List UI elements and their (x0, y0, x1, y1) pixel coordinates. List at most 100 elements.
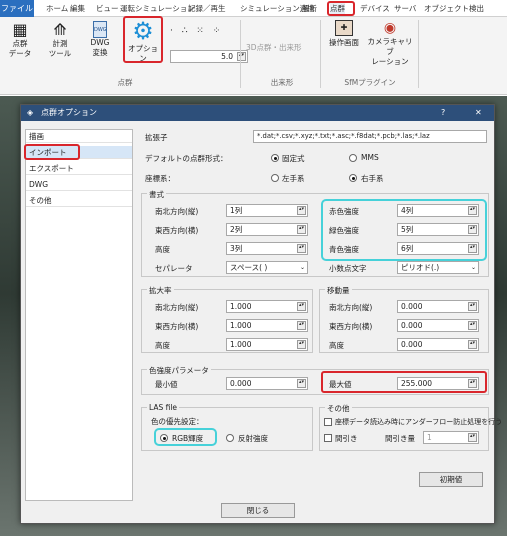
format-title: 書式 (147, 189, 166, 200)
group-label-pointcloud: 点群 (117, 78, 133, 87)
spinner[interactable]: ▴▾ (297, 225, 306, 234)
extension-label: 拡張子 (145, 133, 168, 142)
camera-calibration-button[interactable]: ◉ カメラキャリブ レーション (366, 20, 414, 67)
tab-analysis[interactable]: 解析 (302, 2, 317, 15)
dwg-convert-label: DWG 変換 (90, 38, 110, 57)
measure-tool-button[interactable]: ⟰ 計測 ツール (46, 21, 74, 59)
tab-device[interactable]: デバイス (360, 2, 390, 15)
help-button[interactable]: ? (441, 105, 445, 121)
min-label: 最小値 (155, 380, 178, 389)
las-title: LAS file (147, 403, 180, 412)
right-hand-radio[interactable] (349, 174, 357, 182)
chevron-down-icon: ⌄ (299, 264, 305, 271)
thin-amount-label: 間引き量 (385, 434, 415, 443)
camera-calibration-label: カメラキャリブ レーション (367, 37, 413, 66)
scale-east-input[interactable]: 1.000 ▴▾ (226, 319, 308, 332)
spinner[interactable]: ▴▾ (468, 302, 477, 311)
scale-title: 拡大率 (147, 285, 174, 296)
scale-north-label: 南北方向(縦) (155, 303, 199, 312)
divider (320, 20, 321, 88)
east-column-input[interactable]: 2列 ▴▾ (226, 223, 308, 236)
scale-north-input[interactable]: 1.000 ▴▾ (226, 300, 308, 313)
spinner[interactable]: ▴▾ (297, 340, 306, 349)
spinner[interactable]: ▴▾ (297, 379, 306, 388)
tab-server[interactable]: サーバ (394, 2, 416, 15)
pointcloud-data-label: 点群 データ (8, 39, 32, 58)
north-column-input[interactable]: 1列 ▴▾ (226, 204, 308, 217)
divider (418, 20, 419, 88)
other-title: その他 (325, 403, 352, 414)
spinner[interactable]: ▴▾ (468, 340, 477, 349)
tab-record[interactable]: 記録／再生 (188, 2, 226, 15)
dialog-titlebar: ◈ 点群オプション ? ✕ (21, 105, 494, 121)
mms-radio[interactable] (349, 154, 357, 162)
scale-east-label: 東西方向(横) (155, 322, 199, 331)
fixed-radio[interactable] (271, 154, 279, 162)
default-format-label: デフォルトの点群形式： (145, 154, 228, 163)
tab-bar: ファイル ホーム 編集 ビュー 運転シミュレーション 記録／再生 シミュレーショ… (0, 0, 507, 17)
color-param-title: 色強度パラメータ (147, 365, 211, 376)
dwg-convert-button[interactable]: DWG DWG 変換 (86, 21, 114, 58)
highlight-max (321, 371, 487, 393)
tab-home[interactable]: ホーム (46, 2, 68, 15)
spinner[interactable]: ▴▾ (297, 321, 306, 330)
spinner[interactable]: ▴▾ (297, 244, 306, 253)
thin-label: 間引き (335, 434, 358, 443)
tab-file[interactable]: ファイル (0, 0, 34, 17)
app-icon: ◈ (27, 108, 34, 117)
pointcloud-data-button[interactable]: ▦ 点群 データ (6, 21, 34, 59)
reflectance-radio[interactable] (226, 434, 234, 442)
scale-height-input[interactable]: 1.000 ▴▾ (226, 338, 308, 351)
decimal-select[interactable]: ピリオド(.) ⌄ (397, 261, 479, 274)
min-input[interactable]: 0.000 ▴▾ (226, 377, 308, 390)
close-button[interactable]: 閉じる (221, 503, 295, 518)
reflectance-label: 反射強度 (238, 434, 268, 443)
spinner[interactable]: ▴▾ (297, 206, 306, 215)
nav-draw[interactable]: 描画 (26, 130, 132, 143)
chevron-down-icon: ⌄ (470, 264, 476, 271)
move-east-label: 東西方向(横) (329, 322, 373, 331)
operation-screen-button[interactable]: ✚ 操作画面 (324, 20, 364, 48)
reset-defaults-button[interactable]: 初期値 (419, 472, 483, 487)
divider (240, 20, 241, 88)
right-hand-label: 右手系 (361, 174, 384, 183)
height-label: 高度 (155, 245, 170, 254)
underflow-checkbox[interactable] (324, 418, 332, 426)
point-size-icons[interactable]: · ∴ ⁙ ⁘ (170, 26, 223, 36)
nav-export[interactable]: エクスポート (26, 162, 132, 175)
nav-dwg[interactable]: DWG (26, 178, 132, 191)
measure-tool-label: 計測 ツール (48, 39, 72, 58)
spinner[interactable]: ▴▾ (297, 302, 306, 311)
grid-icon: ▦ (12, 20, 28, 39)
tripod-icon: ⟰ (53, 20, 67, 39)
extension-input[interactable]: *.dat;*.csv;*.xyz;*.txt;*.asc;*.f8dat;*.… (253, 130, 487, 143)
tab-edit[interactable]: 編集 (70, 2, 85, 15)
spinner[interactable]: ▴▾ (468, 433, 477, 442)
tab-object-detect[interactable]: オブジェクト検出 (424, 2, 484, 15)
move-height-label: 高度 (329, 341, 344, 350)
pointcloud-options-dialog: ◈ 点群オプション ? ✕ 描画 インポート エクスポート DWG その他 拡張… (20, 104, 502, 524)
operation-screen-label: 操作画面 (329, 38, 359, 47)
height-column-input[interactable]: 3列 ▴▾ (226, 242, 308, 255)
nav-other[interactable]: その他 (26, 194, 132, 207)
tab-driving-sim[interactable]: 運転シミュレーション (120, 2, 195, 15)
tab-view[interactable]: ビュー (96, 2, 119, 15)
separator-select[interactable]: スペース( ) ⌄ (226, 261, 308, 274)
move-north-input[interactable]: 0.000 ▴▾ (397, 300, 479, 313)
group-label-sfm: SfMプラグイン (344, 78, 396, 87)
thin-checkbox[interactable] (324, 434, 332, 442)
move-title: 移動量 (325, 285, 352, 296)
dwg-file-icon: DWG (93, 21, 107, 38)
thin-amount-input[interactable]: 1 ▴▾ (423, 431, 479, 444)
size-spinner[interactable]: ▴▾ (237, 52, 246, 61)
spinner[interactable]: ▴▾ (468, 321, 477, 330)
close-icon[interactable]: ✕ (475, 105, 482, 121)
highlight-nav-import (24, 144, 80, 160)
move-height-input[interactable]: 0.000 ▴▾ (397, 338, 479, 351)
move-east-input[interactable]: 0.000 ▴▾ (397, 319, 479, 332)
left-hand-radio[interactable] (271, 174, 279, 182)
point-size-input[interactable]: 5.0 ▴▾ (170, 50, 248, 63)
screen-icon: ✚ (335, 20, 353, 36)
pointcloud-shape-3d-button: 3D点群・出来形 (246, 43, 302, 52)
camera-icon: ◉ (383, 20, 397, 36)
